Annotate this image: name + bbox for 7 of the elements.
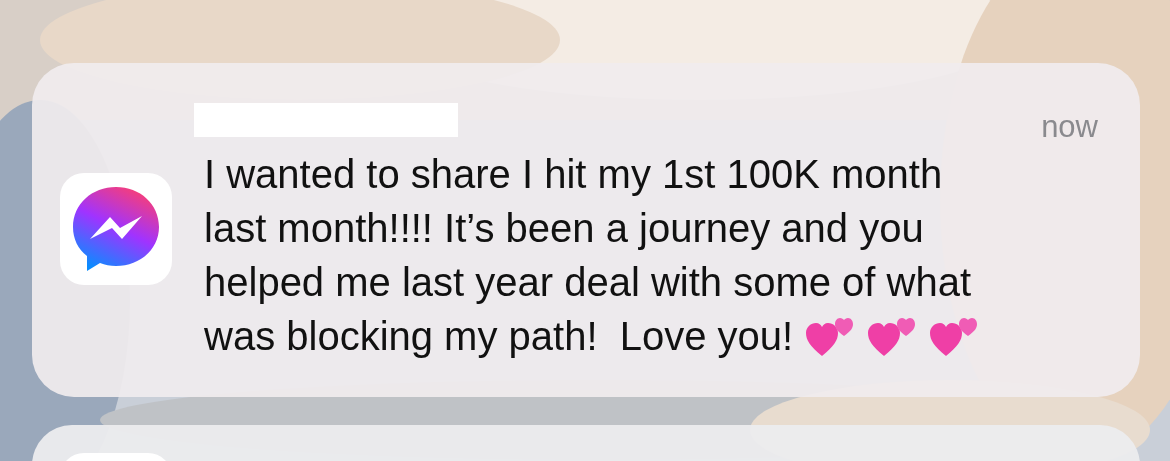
messenger-app-icon (60, 173, 172, 285)
message-line: helped me last year deal with some of what (204, 259, 972, 306)
message-line: I wanted to share I hit my 1st 100K month (204, 151, 943, 198)
notification-time: now (1041, 109, 1098, 145)
message-line: was blocking my path! Love you! (204, 313, 794, 360)
message-line: last month!!!! It’s been a journey and you (204, 205, 924, 252)
notification-card[interactable]: now I wanted to share I hit my 1st 100K month last month!!!! It’s been a journey and you helped me last year deal with some of what was blocking my path! Love you! (32, 63, 1140, 397)
